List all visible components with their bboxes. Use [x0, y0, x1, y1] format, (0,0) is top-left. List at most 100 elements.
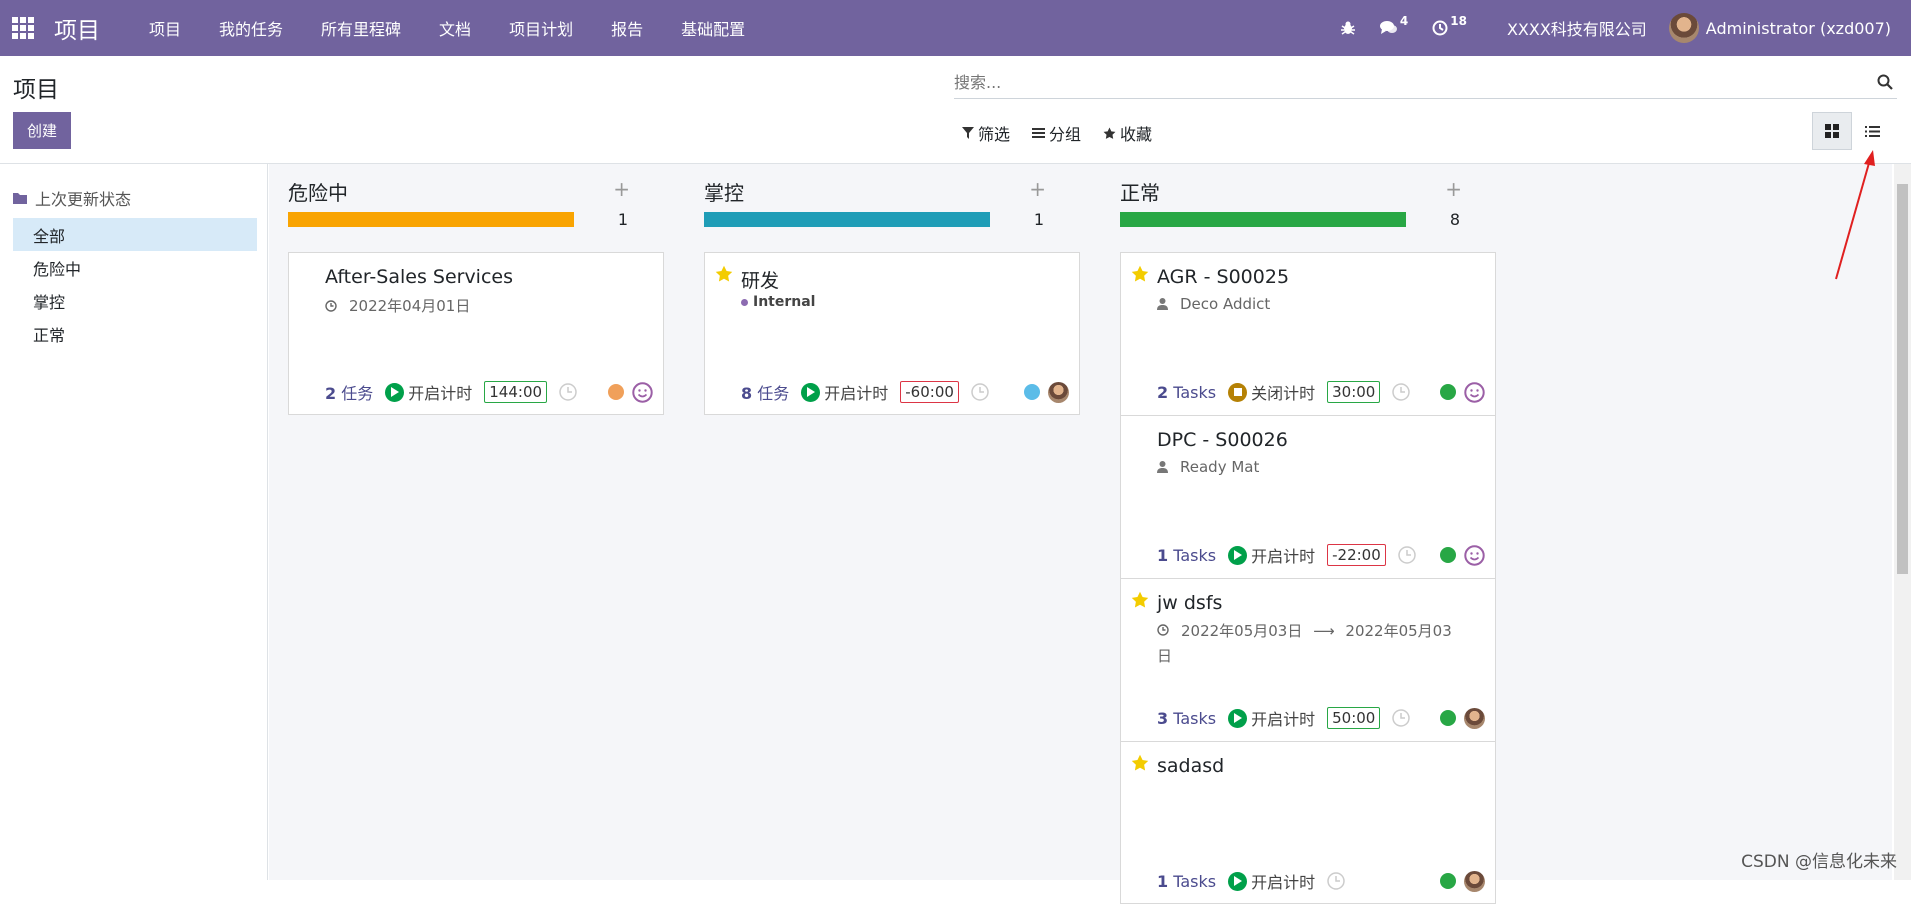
- filter-button[interactable]: 筛选: [962, 121, 1010, 145]
- menu-item-projects[interactable]: 项目: [130, 16, 200, 40]
- user-avatar[interactable]: [1048, 382, 1069, 403]
- start-date: 2022年05月03日: [1181, 622, 1302, 640]
- project-card[interactable]: AGR - S00025Deco Addict2 Tasks关闭计时30:00: [1120, 252, 1496, 415]
- activity-count: 18: [1450, 14, 1467, 28]
- activity-clock-icon[interactable]: [1327, 872, 1345, 890]
- task-count: 3: [1157, 709, 1168, 728]
- column-quick-create-plus-icon[interactable]: +: [1445, 177, 1462, 201]
- project-title: AGR - S00025: [1157, 266, 1289, 288]
- column-quick-create-plus-icon[interactable]: +: [1029, 177, 1046, 201]
- app-brand[interactable]: 项目: [54, 11, 100, 45]
- clock-icon: [325, 300, 343, 312]
- start-timer-button[interactable]: 开启计时: [1228, 543, 1315, 567]
- start-timer-button[interactable]: 开启计时: [1228, 706, 1315, 730]
- search-input[interactable]: [954, 68, 1834, 96]
- favorite-star-icon[interactable]: [1131, 754, 1149, 776]
- search-icon[interactable]: [1877, 74, 1893, 94]
- menu-item-reports[interactable]: 报告: [592, 16, 662, 40]
- menu-item-project-plan[interactable]: 项目计划: [490, 16, 592, 40]
- start-timer-button[interactable]: 开启计时: [801, 380, 888, 404]
- task-count-link[interactable]: 2 Tasks: [1157, 383, 1216, 402]
- scrollbar-thumb[interactable]: [1897, 184, 1908, 574]
- user-menu[interactable]: Administrator (xzd007): [1669, 13, 1891, 43]
- activity-clock-icon[interactable]: [1392, 709, 1410, 727]
- scrollbar[interactable]: [1894, 164, 1911, 880]
- panel-item-in-control[interactable]: 掌控: [13, 284, 257, 317]
- card-footer: 8 任务开启计时-60:00: [741, 380, 1069, 404]
- column-progress-bar[interactable]: [1120, 212, 1406, 227]
- menu-item-configuration[interactable]: 基础配置: [662, 16, 764, 40]
- play-icon: [385, 383, 404, 402]
- task-count-link[interactable]: 1 Tasks: [1157, 872, 1216, 891]
- status-dot[interactable]: [1440, 873, 1456, 889]
- task-count-link[interactable]: 1 Tasks: [1157, 546, 1216, 565]
- timer-label: 开启计时: [824, 380, 888, 404]
- list-view-button[interactable]: [1852, 112, 1892, 150]
- panel-item-all[interactable]: 全部: [13, 218, 257, 251]
- search-bar: [954, 68, 1897, 99]
- menu-item-my-tasks[interactable]: 我的任务: [200, 16, 302, 40]
- smiley-avatar-icon[interactable]: [1464, 545, 1485, 566]
- column-count: 1: [618, 210, 628, 229]
- group-by-button[interactable]: 分组: [1032, 121, 1081, 145]
- view-switcher: [1812, 112, 1892, 150]
- kanban-view-button[interactable]: [1812, 112, 1852, 150]
- status-dot[interactable]: [608, 384, 624, 400]
- status-dot[interactable]: [1440, 710, 1456, 726]
- stop-icon: [1228, 383, 1247, 402]
- user-avatar[interactable]: [1464, 708, 1485, 729]
- task-count: 1: [1157, 872, 1168, 891]
- apps-menu-icon[interactable]: [0, 0, 46, 56]
- menu-item-milestones[interactable]: 所有里程碑: [302, 16, 420, 40]
- status-dot[interactable]: [1024, 384, 1040, 400]
- project-card[interactable]: jw dsfs2022年05月03日 ⟶ 2022年05月03日3 Tasks开…: [1120, 578, 1496, 741]
- kanban-board: 危险中+1 After-Sales Services2022年04月01日2 任务…: [269, 164, 1892, 880]
- stop-timer-button[interactable]: 关闭计时: [1228, 380, 1315, 404]
- task-count-link[interactable]: 2 任务: [325, 380, 373, 404]
- column-progress-bar[interactable]: [288, 212, 574, 227]
- column-header: 危险中+1: [269, 164, 645, 234]
- smiley-avatar-icon[interactable]: [632, 382, 653, 403]
- user-avatar: [1669, 13, 1699, 43]
- panel-item-on-track[interactable]: 正常: [13, 317, 257, 350]
- column-count: 8: [1450, 210, 1460, 229]
- search-panel-title: 上次更新状态: [35, 186, 131, 210]
- status-dot[interactable]: [1440, 384, 1456, 400]
- favorite-star-icon[interactable]: [1131, 265, 1149, 287]
- start-timer-button[interactable]: 开启计时: [1228, 869, 1315, 893]
- column-progress-bar[interactable]: [704, 212, 990, 227]
- activity-clock-icon[interactable]: [1392, 383, 1410, 401]
- activity-clock-icon[interactable]: [559, 383, 577, 401]
- debug-bug-icon[interactable]: [1340, 20, 1356, 36]
- project-card[interactable]: 研发Internal8 任务开启计时-60:00: [704, 252, 1080, 415]
- menu-item-documents[interactable]: 文档: [420, 16, 490, 40]
- task-count-link[interactable]: 8 任务: [741, 380, 789, 404]
- activity-clock-icon[interactable]: [971, 383, 989, 401]
- person-icon: [1157, 461, 1174, 473]
- task-count-link[interactable]: 3 Tasks: [1157, 709, 1216, 728]
- user-avatar[interactable]: [1464, 871, 1485, 892]
- create-button[interactable]: 创建: [13, 112, 71, 149]
- messages-icon[interactable]: 4: [1380, 20, 1408, 36]
- project-card[interactable]: DPC - S00026Ready Mat1 Tasks开启计时-22:00: [1120, 415, 1496, 578]
- subtitle-text: Deco Addict: [1180, 295, 1270, 313]
- favorite-star-icon[interactable]: [1131, 591, 1149, 613]
- favorites-button[interactable]: 收藏: [1103, 121, 1152, 145]
- card-footer: 3 Tasks开启计时50:00: [1157, 706, 1485, 730]
- project-customer: Deco Addict: [1157, 295, 1270, 313]
- smiley-avatar-icon[interactable]: [1464, 382, 1485, 403]
- activity-clock-icon[interactable]: [1398, 546, 1416, 564]
- favorite-star-icon[interactable]: [715, 265, 733, 287]
- remaining-time-badge: 144:00: [484, 381, 547, 403]
- panel-item-at-risk[interactable]: 危险中: [13, 251, 257, 284]
- person-icon: [1157, 298, 1174, 310]
- status-dot[interactable]: [1440, 547, 1456, 563]
- project-card[interactable]: After-Sales Services2022年04月01日2 任务开启计时1…: [288, 252, 664, 415]
- project-date-range: 2022年05月03日 ⟶ 2022年05月03日: [1157, 619, 1457, 669]
- start-timer-button[interactable]: 开启计时: [385, 380, 472, 404]
- company-switcher[interactable]: XXXX科技有限公司: [1507, 16, 1647, 40]
- project-title: After-Sales Services: [325, 266, 513, 288]
- column-quick-create-plus-icon[interactable]: +: [613, 177, 630, 201]
- project-title: DPC - S00026: [1157, 429, 1288, 451]
- activity-clock-icon[interactable]: 18: [1432, 20, 1467, 36]
